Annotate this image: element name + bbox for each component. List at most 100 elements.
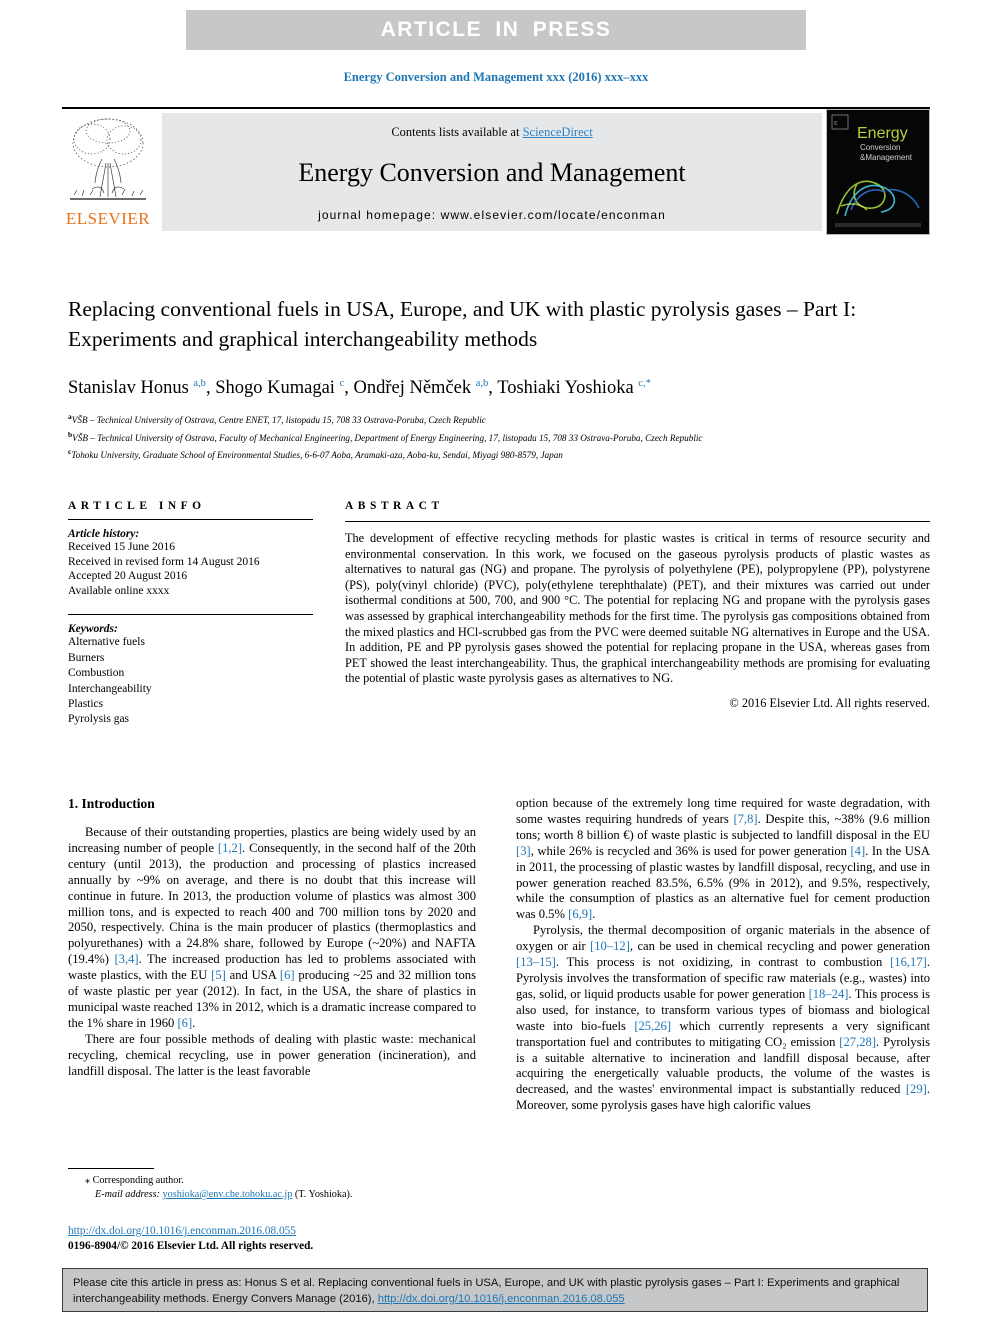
reference-citation[interactable]: [5] [211,968,226,982]
keyword-item: Pyrolysis gas [68,713,130,726]
author-name: Stanislav Honus [68,378,194,399]
affiliation-text: VŠB – Technical University of Ostrava, C… [71,415,486,426]
footnote-email-line: E-mail address: yoshioka@env.che.tohoku.… [68,1188,476,1202]
author-affil-marker[interactable]: a,b [193,378,206,389]
reference-citation[interactable]: [27,28] [839,1035,876,1049]
affiliation-item: aVŠB – Technical University of Ostrava, … [68,410,868,428]
citation-doi-link[interactable]: http://dx.doi.org/10.1016/j.enconman.201… [378,1293,625,1305]
contents-prefix: Contents lists available at [391,125,523,139]
reference-citation[interactable]: [1,2] [218,841,242,855]
footnote-rule [68,1168,154,1169]
corresponding-author-label: Corresponding author. [92,1175,184,1186]
author-entry: Stanislav Honus a,b, [68,378,215,398]
author-separator: , [488,378,498,399]
corresponding-author-footnote: ⁎ Corresponding author. E-mail address: … [68,1168,476,1202]
article-info-heading: ARTICLE INFO [68,500,206,512]
journal-title: Energy Conversion and Management [298,158,686,187]
body-column-left: 1. Introduction Because of their outstan… [68,796,476,1080]
email-address-label: E-mail address: [95,1189,160,1200]
reference-citation[interactable]: [29] [906,1082,927,1096]
section-title-introduction: 1. Introduction [68,796,155,811]
reference-citation[interactable]: [6,9] [568,907,592,921]
body-paragraph: option because of the extremely long tim… [516,796,930,922]
elsevier-wordmark: ELSEVIER [65,209,151,228]
author-entry: Toshiaki Yoshioka c,* [497,378,651,398]
article-in-press-banner: ARTICLE IN PRESS [186,10,806,50]
article-history-item: Received 15 June 2016 [68,541,175,553]
keyword-item: Alternative fuels [68,636,145,649]
author-separator: , [205,378,216,399]
email-link[interactable]: yoshioka@env.che.tohoku.ac.jp [163,1189,293,1200]
journal-masthead: ELSEVIER Contents lists available at Sci… [62,107,930,235]
masthead-divider [62,107,930,109]
keyword-item: Combustion [68,667,125,680]
citation-footer-text: Please cite this article in press as: Ho… [73,1276,917,1307]
footnote-corresponding-line: ⁎ Corresponding author. [68,1174,476,1188]
sciencedirect-link[interactable]: ScienceDirect [523,125,593,139]
reference-citation[interactable]: [10–12] [590,939,630,953]
body-paragraph: Pyrolysis, the thermal decomposition of … [516,923,930,1113]
author-name: Toshiaki Yoshioka [497,378,639,399]
reference-citation[interactable]: [3,4] [114,952,138,966]
svg-text:Energy: Energy [857,125,908,142]
reference-citation[interactable]: [3] [516,844,531,858]
keywords-label: Keywords: [68,623,118,636]
elsevier-logo: ELSEVIER [62,113,154,231]
svg-text:&Management: &Management [860,153,913,162]
author-affil-marker[interactable]: c,* [638,378,651,389]
keyword-item: Plastics [68,698,104,710]
reference-citation[interactable]: [18–24] [809,987,849,1001]
citation-footer-box: Please cite this article in press as: Ho… [62,1268,928,1312]
article-history-label: Article history: [68,528,140,540]
svg-text:Conversion: Conversion [860,143,900,152]
title-block: Replacing conventional fuels in USA, Eur… [68,294,868,463]
issn-copyright-line: 0196-8904/© 2016 Elsevier Ltd. All right… [68,1240,314,1252]
keywords-block: Keywords: Alternative fuels Burners Comb… [68,623,313,727]
body-paragraph: There are four possible methods of deali… [68,1031,476,1078]
svg-text:E: E [834,121,838,127]
author-affil-marker[interactable]: a,b [476,378,489,389]
article-info-divider [68,519,313,520]
affiliation-item: bVŠB – Technical University of Ostrava, … [68,428,868,446]
article-history-item: Received in revised form 14 August 2016 [68,555,260,568]
keyword-item: Burners [68,651,105,664]
author-name: Ondřej Němček [353,378,476,399]
author-list: Stanislav Honus a,b, Shogo Kumagai c, On… [68,372,868,400]
reference-citation[interactable]: [6] [177,1016,192,1030]
reference-citation[interactable]: [7,8] [733,812,757,826]
keywords-divider [68,614,313,616]
abstract-copyright: © 2016 Elsevier Ltd. All rights reserved… [729,695,930,710]
doi-block: http://dx.doi.org/10.1016/j.enconman.201… [68,1221,488,1254]
page-title: Replacing conventional fuels in USA, Eur… [68,297,857,351]
body-paragraph: Because of their outstanding properties,… [68,825,476,1030]
contents-available-line: Contents lists available at ScienceDirec… [162,125,822,140]
affiliation-text: VŠB – Technical University of Ostrava, F… [72,432,703,443]
abstract-text: The development of effective recycling m… [345,531,930,686]
author-entry: Ondřej Němček a,b, [353,378,497,398]
journal-band: Contents lists available at ScienceDirec… [162,113,822,231]
reference-citation[interactable]: [13–15] [516,955,556,969]
email-owner: (T. Yoshioka). [294,1189,353,1200]
reference-citation[interactable]: [16,17] [890,955,927,969]
journal-cover-art: E Energy Conversion &Management [827,110,929,234]
reference-citation[interactable]: [6] [280,968,295,982]
abstract-divider [345,521,930,522]
article-in-press-label: ARTICLE IN PRESS [380,18,612,41]
asterisk-icon: ⁎ [85,1175,91,1186]
author-name: Shogo Kumagai [215,378,340,399]
abstract-column: ABSTRACT The development of effective re… [345,500,930,711]
affiliation-text: Tohoku University, Graduate School of En… [71,450,563,461]
author-entry: Shogo Kumagai c, [215,378,353,398]
reference-citation[interactable]: [4] [850,844,865,858]
keyword-item: Interchangeability [68,682,152,695]
journal-cover-thumbnail: E Energy Conversion &Management [826,109,930,235]
elsevier-tree-icon [70,118,146,200]
doi-link[interactable]: http://dx.doi.org/10.1016/j.enconman.201… [68,1225,296,1237]
affiliation-list: aVŠB – Technical University of Ostrava, … [68,410,868,463]
journal-homepage-line[interactable]: journal homepage: www.elsevier.com/locat… [162,208,822,222]
article-history-item: Accepted 20 August 2016 [68,570,188,583]
article-history-item: Available online xxxx [68,584,170,597]
abstract-heading: ABSTRACT [345,500,444,512]
article-info-column: ARTICLE INFO Article history: Received 1… [68,500,313,728]
reference-citation[interactable]: [25,26] [634,1019,671,1033]
